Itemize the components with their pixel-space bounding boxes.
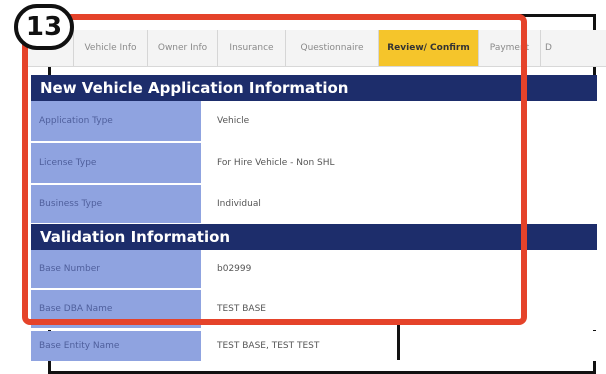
- field-value: b02999: [201, 250, 597, 288]
- field-label: Base Entity Name: [31, 331, 201, 361]
- section-header-validation: Validation Information: [31, 224, 597, 250]
- table-row: License Type For Hire Vehicle - Non SHL: [31, 143, 597, 185]
- field-label: Base Number: [31, 250, 201, 288]
- step-number-badge: 13: [14, 4, 74, 50]
- field-label: Business Type: [31, 185, 201, 223]
- tab-review-confirm[interactable]: Review/ Confirm: [379, 30, 479, 66]
- callout-connector-line: [397, 325, 400, 360]
- tab-payment[interactable]: Payment: [479, 30, 541, 66]
- wizard-tabs: Vehicle Info Owner Info Insurance Questi…: [28, 30, 606, 67]
- tab-questionnaire[interactable]: Questionnaire: [286, 30, 379, 66]
- tab-vehicle-info[interactable]: Vehicle Info: [74, 30, 148, 66]
- field-value: TEST BASE: [201, 290, 597, 328]
- section-header-vehicle-application: New Vehicle Application Information: [31, 75, 597, 101]
- table-row: Application Type Vehicle: [31, 101, 597, 143]
- table-row: Base Number b02999: [31, 250, 597, 290]
- tab-next[interactable]: D: [541, 30, 606, 66]
- field-label: Base DBA Name: [31, 290, 201, 328]
- field-label: License Type: [31, 143, 201, 183]
- field-value: Individual: [201, 185, 597, 223]
- tab-owner-info[interactable]: Owner Info: [148, 30, 218, 66]
- field-label: Application Type: [31, 101, 201, 141]
- field-value: For Hire Vehicle - Non SHL: [201, 143, 597, 183]
- table-row: Business Type Individual: [31, 185, 597, 225]
- tab-insurance[interactable]: Insurance: [218, 30, 286, 66]
- field-value: Vehicle: [201, 101, 597, 141]
- table-row: Base Entity Name TEST BASE, TEST TEST: [31, 331, 597, 361]
- table-row: Base DBA Name TEST BASE: [31, 290, 597, 330]
